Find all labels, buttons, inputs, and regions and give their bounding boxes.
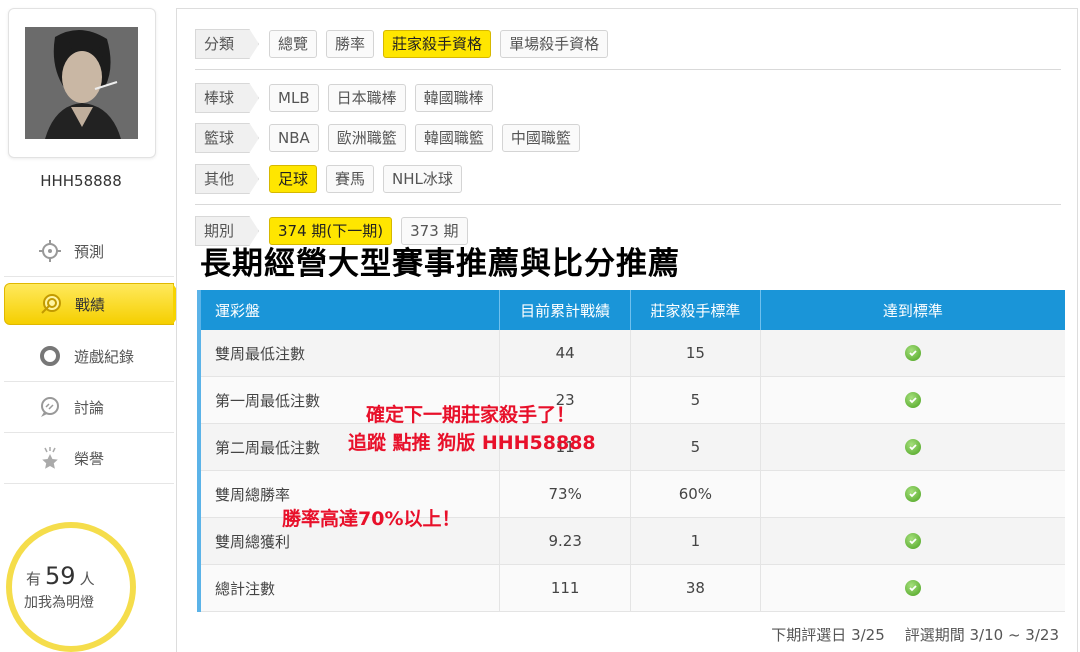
row-current: 73% — [500, 471, 632, 517]
table-row: 總計注數 111 38 — [201, 565, 1065, 612]
row-met — [761, 424, 1065, 470]
sidebar-item-label: 討論 — [74, 399, 105, 417]
promo-overlay-line1: 確定下一期莊家殺手了！ — [366, 404, 576, 426]
sidebar-nav: 預測 戰績 遊戲紀錄 討論 榮譽 — [4, 226, 187, 484]
chip-winrate[interactable]: 勝率 — [326, 30, 375, 58]
chip-euroleague[interactable]: 歐洲職籃 — [327, 124, 406, 152]
table-body: 雙周最低注數 44 15 第一周最低注數 23 5 第二周最低注數 11 5 雙… — [201, 330, 1065, 612]
target-icon — [39, 292, 63, 316]
check-icon — [904, 486, 921, 502]
fans-cta: 加我為明燈 — [24, 595, 94, 611]
fans-count: 59 — [45, 562, 76, 590]
chip-horse-racing[interactable]: 賽馬 — [326, 165, 375, 193]
check-icon — [904, 392, 921, 408]
crosshair-icon — [38, 239, 62, 263]
chip-soccer[interactable]: 足球 — [269, 165, 318, 193]
star-icon — [38, 446, 62, 470]
avatar-card — [8, 8, 156, 158]
fans-prefix: 有 — [26, 570, 42, 588]
promo-overlay-line2: 追蹤 點推 狗版 HHH58888 — [348, 432, 596, 454]
filter-label: 分類 — [195, 29, 260, 59]
column-header: 達到標準 — [882, 301, 943, 320]
chip-npb[interactable]: 日本職棒 — [327, 84, 406, 112]
sidebar-item-game-log[interactable]: 遊戲紀錄 — [4, 331, 174, 382]
evaluation-period: 評選期間 3/10 ~ 3/23 — [904, 626, 1059, 644]
row-current: 111 — [500, 565, 632, 611]
baseball-filter: 棒球 MLB 日本職棒 韓國職棒 — [195, 83, 502, 113]
row-met — [761, 471, 1065, 517]
row-met — [761, 377, 1065, 423]
ring-icon — [38, 344, 62, 368]
chip-overview[interactable]: 總覽 — [269, 30, 318, 58]
row-current: 9.23 — [500, 518, 632, 564]
chip-kbo[interactable]: 韓國職棒 — [414, 84, 493, 112]
sidebar-item-label: 預測 — [74, 243, 105, 261]
next-evaluation-date: 下期評選日 3/25 — [771, 626, 885, 644]
category-filter: 分類 總覽 勝率 莊家殺手資格 單場殺手資格 — [195, 29, 617, 59]
main-panel: 分類 總覽 勝率 莊家殺手資格 單場殺手資格 棒球 MLB 日本職棒 韓國職棒 … — [176, 8, 1078, 652]
avatar[interactable] — [25, 27, 138, 139]
sidebar-item-label: 戰績 — [75, 296, 106, 314]
check-icon — [904, 580, 921, 596]
sidebar-item-record[interactable]: 戰績 — [4, 283, 187, 325]
sidebar: HHH58888 預測 戰績 遊戲紀錄 討論 榮譽 有 59 人 加我為明燈 — [0, 0, 187, 652]
fans-suffix: 人 — [79, 570, 95, 588]
table-header: 運彩盤 目前累計戰績 莊家殺手標準 達到標準 — [201, 290, 1065, 330]
table-row: 雙周最低注數 44 15 — [201, 330, 1065, 377]
fans-count-line: 有 59 人 — [26, 562, 95, 590]
row-current: 44 — [500, 330, 632, 376]
sidebar-item-honor[interactable]: 榮譽 — [4, 433, 174, 484]
basketball-filter: 籃球 NBA 歐洲職籃 韓國職籃 中國職籃 — [195, 123, 589, 153]
row-standard: 1 — [631, 518, 761, 564]
chip-single-killer[interactable]: 單場殺手資格 — [500, 30, 609, 58]
promo-overlay-line3: 勝率高達70%以上！ — [282, 508, 461, 530]
chip-banker-killer[interactable]: 莊家殺手資格 — [383, 30, 492, 58]
evaluation-footer: 下期評選日 3/25 評選期間 3/10 ~ 3/23 — [771, 624, 1059, 645]
sidebar-item-label: 榮譽 — [74, 450, 105, 468]
divider — [195, 69, 1061, 70]
chat-icon — [38, 395, 62, 419]
row-name: 總計注數 — [201, 565, 501, 611]
row-met — [761, 330, 1065, 376]
fans-badge[interactable]: 有 59 人 加我為明燈 — [6, 522, 136, 652]
stats-table: 運彩盤 目前累計戰績 莊家殺手標準 達到標準 雙周最低注數 44 15 第一周最… — [197, 290, 1065, 612]
chip-nba[interactable]: NBA — [269, 124, 319, 152]
filter-label: 棒球 — [195, 83, 260, 113]
row-standard: 60% — [631, 471, 761, 517]
row-standard: 15 — [631, 330, 761, 376]
row-met — [761, 565, 1065, 611]
chip-cba[interactable]: 中國職籃 — [501, 124, 580, 152]
table-row: 第一周最低注數 23 5 — [201, 377, 1065, 424]
sidebar-item-label: 遊戲紀錄 — [74, 348, 135, 366]
other-filter: 其他 足球 賽馬 NHL冰球 — [195, 164, 471, 194]
check-icon — [904, 345, 921, 361]
sidebar-item-discussion[interactable]: 討論 — [4, 382, 174, 433]
username: HHH58888 — [40, 172, 122, 190]
table-row: 第二周最低注數 11 5 — [201, 424, 1065, 471]
check-icon — [904, 439, 921, 455]
divider — [195, 204, 1061, 205]
filter-label: 其他 — [195, 164, 260, 194]
column-header: 運彩盤 — [201, 290, 501, 330]
row-standard: 38 — [631, 565, 761, 611]
filter-label: 籃球 — [195, 123, 260, 153]
row-met — [761, 518, 1065, 564]
check-icon — [904, 533, 921, 549]
row-standard: 5 — [631, 424, 761, 470]
chip-kbl[interactable]: 韓國職籃 — [414, 124, 493, 152]
chip-mlb[interactable]: MLB — [269, 84, 319, 112]
sidebar-item-predict[interactable]: 預測 — [4, 226, 174, 277]
column-header: 目前累計戰績 — [500, 290, 632, 330]
column-header: 莊家殺手標準 — [631, 290, 761, 330]
row-name: 雙周最低注數 — [201, 330, 501, 376]
chip-nhl[interactable]: NHL冰球 — [383, 165, 462, 193]
promo-headline: 長期經營大型賽事推薦與比分推薦 — [200, 246, 680, 282]
row-standard: 5 — [631, 377, 761, 423]
